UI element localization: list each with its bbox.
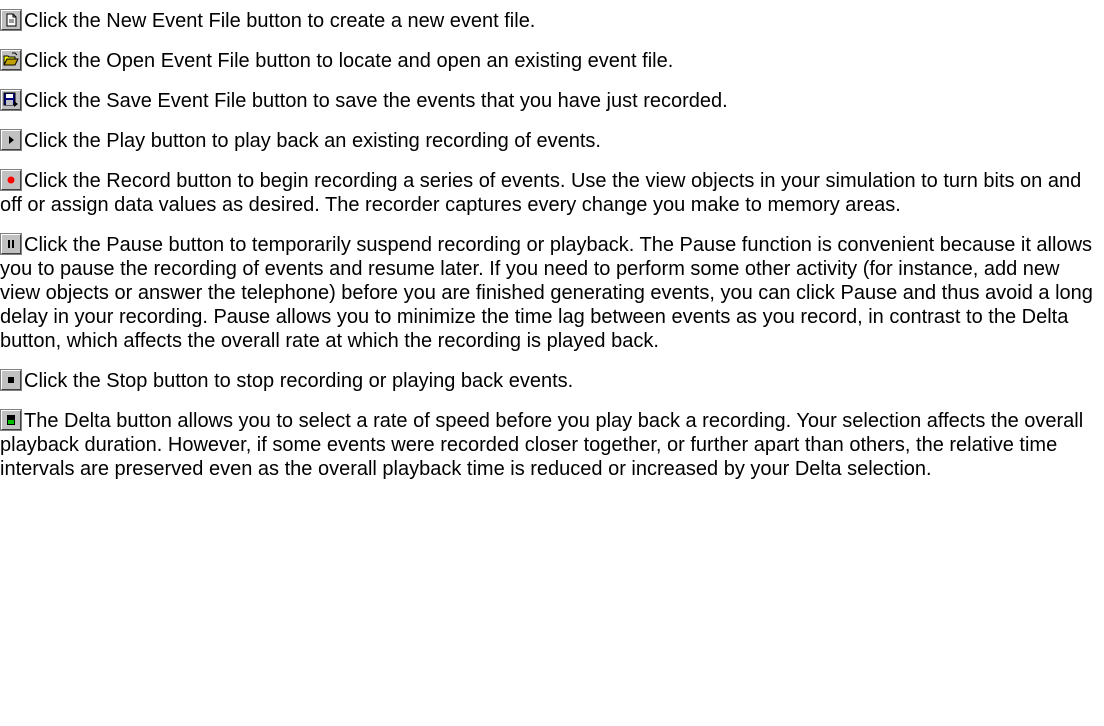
delta-icon: [0, 409, 22, 431]
list-item-pause: Click the Pause button to temporarily su…: [0, 233, 1104, 353]
new-event-file-description: Click the New Event File button to creat…: [24, 10, 536, 32]
save-disk-icon: [0, 89, 22, 111]
list-item-stop: Click the Stop button to stop recording …: [0, 369, 1104, 393]
list-item-play: Click the Play button to play back an ex…: [0, 129, 1104, 153]
record-icon: [0, 169, 22, 191]
pause-description: Click the Pause button to temporarily su…: [0, 234, 1093, 352]
open-folder-icon: [0, 49, 22, 71]
play-icon: [0, 129, 22, 151]
new-file-icon: [0, 9, 22, 31]
list-item-delta: The Delta button allows you to select a …: [0, 409, 1104, 481]
record-description: Click the Record button to begin recordi…: [0, 170, 1082, 216]
list-item-open-event-file: Click the Open Event File button to loca…: [0, 49, 1104, 73]
delta-description: The Delta button allows you to select a …: [0, 410, 1084, 480]
save-event-file-description: Click the Save Event File button to save…: [24, 90, 728, 112]
list-item-new-event-file: Click the New Event File button to creat…: [0, 9, 1104, 33]
stop-description: Click the Stop button to stop recording …: [24, 370, 574, 392]
stop-icon: [0, 369, 22, 391]
play-description: Click the Play button to play back an ex…: [24, 130, 601, 152]
pause-icon: [0, 233, 22, 255]
open-event-file-description: Click the Open Event File button to loca…: [24, 50, 674, 72]
list-item-save-event-file: Click the Save Event File button to save…: [0, 89, 1104, 113]
help-content: Click the New Event File button to creat…: [0, 0, 1104, 481]
list-item-record: Click the Record button to begin recordi…: [0, 169, 1104, 217]
